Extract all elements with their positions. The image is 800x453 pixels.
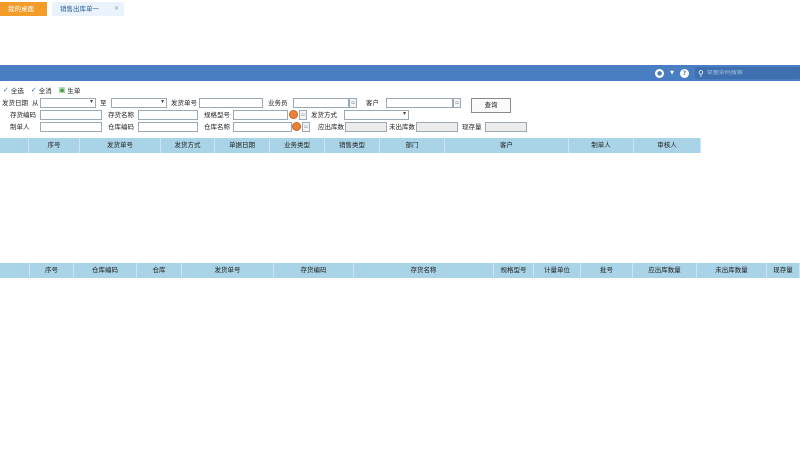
inv-code-input[interactable]	[40, 110, 102, 120]
top-col-seq[interactable]: 序号	[29, 138, 80, 153]
top-col-biz-type[interactable]: 业务类型	[270, 138, 325, 153]
bottom-col-stock-qty[interactable]: 现存量	[767, 263, 800, 278]
pending-qty-field	[416, 122, 458, 132]
search-input[interactable]	[706, 70, 792, 76]
from-label: 从	[32, 99, 39, 107]
ship-method-label: 发货方式	[311, 111, 337, 119]
top-col-maker[interactable]: 制单人	[569, 138, 634, 153]
bottom-col-ship-no[interactable]: 发货单号	[182, 263, 274, 278]
stock-qty-label: 现存量	[462, 123, 482, 131]
bottom-col-inv-name[interactable]: 存货名称	[354, 263, 494, 278]
generate-icon: ▣	[58, 86, 66, 94]
wh-code-label: 仓库编码	[108, 123, 134, 131]
date-from-select[interactable]	[40, 98, 96, 108]
top-grid-header: 序号 发货单号 发货方式 单据日期 业务类型 销售类型 部门 客户 制单人 审核…	[0, 138, 701, 153]
deselect-all-label: 全消	[38, 87, 52, 95]
bottom-col-seq[interactable]: 序号	[30, 263, 74, 278]
toolbar: ✓ 全选 ✓ 全消 ▣ 生单	[0, 84, 84, 96]
close-icon[interactable]: ×	[114, 2, 119, 16]
uncheck-all-icon: ✓	[30, 86, 37, 94]
bottom-col-spec[interactable]: 规格型号	[494, 263, 534, 278]
should-qty-label: 应出库数	[318, 123, 344, 131]
should-qty-field	[345, 122, 387, 132]
generate-button[interactable]: ▣ 生单	[59, 85, 81, 95]
top-col-customer[interactable]: 客户	[445, 138, 569, 153]
maker-input[interactable]	[40, 122, 102, 132]
bottom-grid-header: 序号 仓库编码 仓库 发货单号 存货编码 存货名称 规格型号 计量单位 批号 应…	[0, 263, 800, 278]
help-icon[interactable]: ?	[680, 68, 689, 78]
inv-name-input[interactable]	[138, 110, 198, 120]
check-all-icon: ✓	[3, 86, 9, 94]
bottom-col-should-qty[interactable]: 应出库数量	[633, 263, 697, 278]
salesman-lookup-icon[interactable]: ▫	[349, 98, 357, 108]
ship-no-input[interactable]	[199, 98, 263, 108]
bottom-col-batch[interactable]: 批号	[581, 263, 633, 278]
query-button[interactable]: 查询	[471, 98, 511, 113]
wh-name-label: 仓库名称	[204, 123, 230, 131]
ship-no-label: 发货单号	[171, 99, 197, 107]
spec-label: 规格型号	[204, 111, 230, 119]
row-selector-col	[0, 263, 30, 278]
top-col-auditor[interactable]: 审核人	[634, 138, 701, 153]
row-selector-col	[0, 138, 29, 153]
bottom-col-unit[interactable]: 计量单位	[534, 263, 581, 278]
to-label: 至	[100, 99, 107, 107]
tab-home[interactable]: 我的桌面	[0, 2, 47, 16]
select-all-label: 全选	[10, 87, 24, 95]
generate-label: 生单	[67, 87, 81, 95]
spec-option-icon[interactable]	[289, 110, 298, 119]
top-right-tools: ● ▼ ? ⚲	[649, 65, 800, 81]
tab-sales-outbound[interactable]: 销售出库单一 ×	[52, 2, 124, 16]
customer-input[interactable]	[386, 98, 453, 108]
salesman-input[interactable]	[293, 98, 349, 108]
customer-label: 客户	[366, 99, 379, 107]
theme-icon[interactable]: ●	[655, 68, 665, 78]
wh-lookup-icon[interactable]: ▫	[302, 122, 310, 132]
stock-qty-field	[485, 122, 527, 132]
search-icon[interactable]: ⚲	[698, 69, 704, 78]
ship-method-select[interactable]	[344, 110, 409, 120]
maker-label: 制单人	[10, 123, 30, 131]
inv-name-label: 存货名称	[108, 111, 134, 119]
date-to-select[interactable]	[111, 98, 167, 108]
chevron-down-icon[interactable]: ▼	[670, 70, 674, 76]
wh-option-icon[interactable]	[292, 122, 301, 131]
top-col-ship-no[interactable]: 发货单号	[80, 138, 161, 153]
wh-code-input[interactable]	[138, 122, 198, 132]
ship-date-label: 发货日期	[2, 99, 28, 107]
bottom-col-wh[interactable]: 仓库	[137, 263, 182, 278]
inv-code-label: 存货编码	[10, 111, 36, 119]
top-col-ship-method[interactable]: 发货方式	[161, 138, 215, 153]
top-col-sales-type[interactable]: 销售类型	[325, 138, 380, 153]
bottom-col-wh-code[interactable]: 仓库编码	[74, 263, 137, 278]
pending-qty-label: 未出库数	[389, 123, 415, 131]
salesman-label: 业务员	[268, 99, 288, 107]
top-col-doc-date[interactable]: 单据日期	[215, 138, 270, 153]
top-col-dept[interactable]: 部门	[380, 138, 445, 153]
spec-input[interactable]	[233, 110, 288, 120]
bottom-col-pending-qty[interactable]: 未出库数量	[697, 263, 767, 278]
tab-label: 销售出库单一	[60, 5, 99, 13]
deselect-all-button[interactable]: ✓ 全消	[31, 85, 52, 95]
bottom-col-inv-code[interactable]: 存货编码	[274, 263, 354, 278]
search-box: ⚲	[695, 67, 800, 79]
select-all-button[interactable]: ✓ 全选	[3, 85, 24, 95]
spec-lookup-icon[interactable]: ▫	[299, 110, 307, 120]
customer-lookup-icon[interactable]: ▫	[453, 98, 461, 108]
wh-name-input[interactable]	[233, 122, 292, 132]
